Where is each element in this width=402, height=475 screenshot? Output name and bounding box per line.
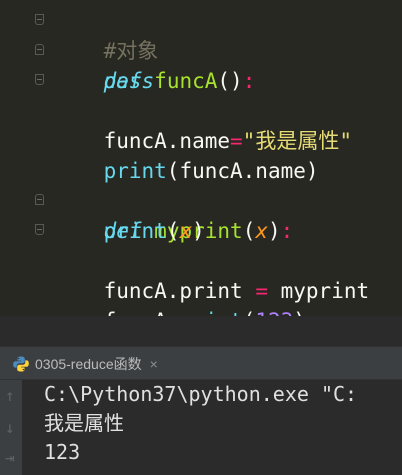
close-paren: ) xyxy=(268,219,281,243)
arrow-down-icon[interactable]: ↓ xyxy=(5,418,15,437)
builtin-print: print xyxy=(103,159,167,183)
code-line-def-myprint: def myprint(x): xyxy=(53,186,294,243)
code-line-print-name: print(funcA.name) xyxy=(53,126,319,183)
parameter: x xyxy=(179,219,193,243)
code-line-def-funcA: def funcA(): xyxy=(53,36,256,93)
wrap-icon[interactable]: ⇥ xyxy=(5,448,15,467)
console-line-command: C:\Python37\python.exe "C: xyxy=(44,382,358,406)
colon: : xyxy=(280,219,294,243)
function-name: funcA xyxy=(154,69,218,93)
fold-start-icon[interactable] xyxy=(35,194,44,205)
parens: () xyxy=(217,69,243,93)
parameter: x xyxy=(255,219,268,243)
editor-gutter xyxy=(0,0,50,316)
code-line-pass: pass xyxy=(53,66,155,96)
run-toolbar: ↑ ↓ ⇥ xyxy=(0,380,22,475)
code-editor[interactable]: #对象 def funcA(): pass funcA.name="我是属性" … xyxy=(0,0,402,333)
open-paren: ( xyxy=(242,219,256,243)
python-icon xyxy=(13,356,29,371)
fold-end-icon[interactable] xyxy=(35,224,44,235)
print-args: (funcA.name) xyxy=(166,159,319,183)
fold-end-icon[interactable] xyxy=(35,74,44,85)
console-line-output: 我是属性 xyxy=(44,411,124,435)
editor-bottom-area xyxy=(0,316,402,346)
arrow-up-icon[interactable]: ↑ xyxy=(5,386,15,405)
console-line-output: 123 xyxy=(44,440,81,464)
colon: : xyxy=(242,69,256,93)
keyword-pass: pass xyxy=(103,69,155,93)
run-tab[interactable]: 0305-reduce函数 × xyxy=(12,347,158,380)
run-tab-bar: 0305-reduce函数 × xyxy=(0,346,402,380)
code-line-comment: #对象 xyxy=(53,6,159,63)
code-line-assign-name: funcA.name="我是属性" xyxy=(53,96,352,153)
run-tab-label: 0305-reduce函数 xyxy=(35,355,142,372)
code-line-assign-print: funcA.print = myprint xyxy=(53,246,370,303)
close-paren: ) xyxy=(192,219,205,243)
code-line-call-print: funcA.print(123) xyxy=(53,276,306,333)
fold-start-icon[interactable] xyxy=(35,44,44,55)
fold-end-icon[interactable] xyxy=(35,14,44,25)
open-paren: ( xyxy=(166,219,180,243)
builtin-print: print xyxy=(103,219,167,243)
close-icon[interactable]: × xyxy=(150,356,158,372)
code-line-print-x: print(x) xyxy=(53,216,205,246)
